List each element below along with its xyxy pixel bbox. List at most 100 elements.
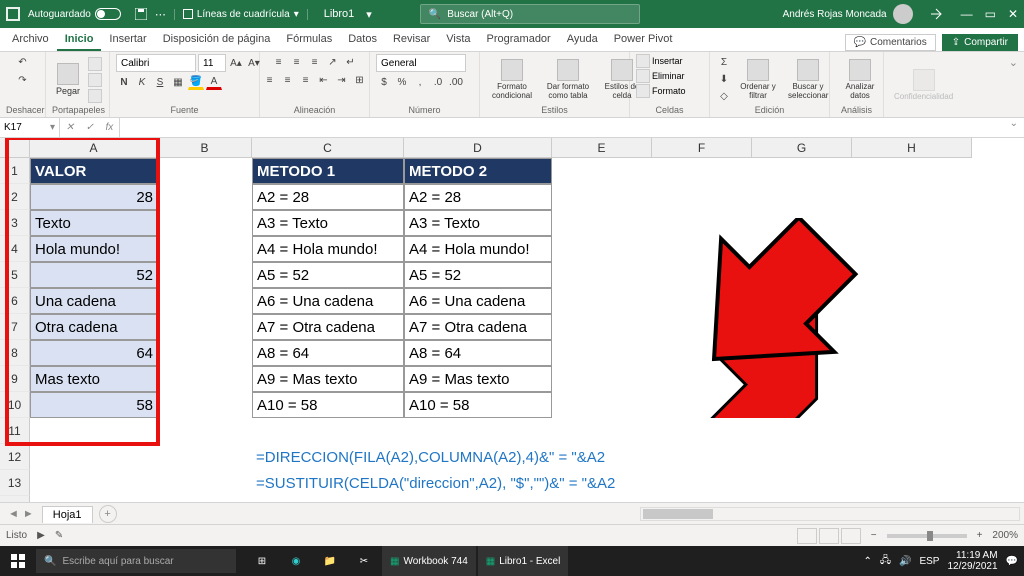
- format-cells-button[interactable]: Formato: [636, 84, 686, 98]
- cut-icon[interactable]: [88, 57, 102, 71]
- cell-C12[interactable]: =DIRECCION(FILA(A2),COLUMNA(A2),4)&" = "…: [252, 444, 752, 470]
- cell-A1[interactable]: VALOR: [30, 158, 158, 184]
- tray-up-icon[interactable]: ⌃: [863, 556, 871, 567]
- menu-tab-ayuda[interactable]: Ayuda: [559, 29, 606, 51]
- italic-button[interactable]: K: [134, 74, 150, 90]
- autosave-toggle[interactable]: Autoguardado: [28, 8, 121, 20]
- cell-C10[interactable]: A10 = 58: [252, 392, 404, 418]
- taskbar-search[interactable]: 🔍 Escribe aquí para buscar: [36, 549, 236, 573]
- snip-icon[interactable]: ✂: [348, 546, 380, 576]
- col-header-G[interactable]: G: [752, 138, 852, 158]
- start-button[interactable]: [0, 546, 36, 576]
- cell-C2[interactable]: A2 = 28: [252, 184, 404, 210]
- row-header-5[interactable]: 5: [0, 262, 30, 288]
- user-account[interactable]: Andrés Rojas Moncada: [783, 4, 913, 24]
- delete-cells-button[interactable]: Eliminar: [636, 69, 685, 83]
- close-button[interactable]: ✕: [1008, 7, 1018, 21]
- minimize-button[interactable]: —: [961, 7, 973, 21]
- menu-tab-disposición-de-página[interactable]: Disposición de página: [155, 29, 279, 51]
- name-box[interactable]: K17▾: [0, 118, 60, 137]
- task-view-icon[interactable]: ⊞: [246, 546, 278, 576]
- row-header-6[interactable]: 6: [0, 288, 30, 314]
- macro-record-icon[interactable]: ▶: [37, 530, 45, 541]
- insert-cells-button[interactable]: Insertar: [636, 54, 683, 68]
- bold-button[interactable]: N: [116, 74, 132, 90]
- cell-A6[interactable]: Una cadena: [30, 288, 158, 314]
- cell-C4[interactable]: A4 = Hola mundo!: [252, 236, 404, 262]
- row-header-4[interactable]: 4: [0, 236, 30, 262]
- fill-icon[interactable]: ⬇: [716, 72, 732, 88]
- save-icon[interactable]: [135, 8, 147, 20]
- menu-tab-archivo[interactable]: Archivo: [4, 29, 57, 51]
- col-header-C[interactable]: C: [252, 138, 404, 158]
- col-header-H[interactable]: H: [852, 138, 972, 158]
- align-mid-icon[interactable]: ≡: [289, 54, 305, 70]
- maximize-button[interactable]: ▭: [985, 7, 996, 21]
- share-button[interactable]: ⇪ Compartir: [942, 34, 1018, 51]
- align-left-icon[interactable]: ≡: [262, 72, 278, 88]
- cell-D8[interactable]: A8 = 64: [404, 340, 552, 366]
- orientation-icon[interactable]: ↗: [325, 54, 341, 70]
- sort-filter-button[interactable]: Ordenar y filtrar: [736, 57, 780, 102]
- cell-D7[interactable]: A7 = Otra cadena: [404, 314, 552, 340]
- toggle-switch[interactable]: [95, 8, 121, 20]
- volume-icon[interactable]: 🔊: [899, 556, 911, 567]
- menu-tab-inicio[interactable]: Inicio: [57, 29, 102, 51]
- font-size-select[interactable]: [198, 54, 226, 72]
- zoom-out-button[interactable]: −: [871, 530, 877, 541]
- format-as-table-button[interactable]: Dar formato como tabla: [542, 57, 594, 102]
- cell-D10[interactable]: A10 = 58: [404, 392, 552, 418]
- align-top-icon[interactable]: ≡: [271, 54, 287, 70]
- select-all-corner[interactable]: [0, 138, 30, 158]
- merge-icon[interactable]: ⊞: [352, 72, 368, 88]
- cell-A9[interactable]: Mas texto: [30, 366, 158, 392]
- grow-font-icon[interactable]: A▴: [228, 55, 244, 71]
- explorer-icon[interactable]: 📁: [314, 546, 346, 576]
- expand-formula-icon[interactable]: ⌄: [1004, 118, 1024, 137]
- row-header-13[interactable]: 13: [0, 470, 30, 496]
- notifications-icon[interactable]: 💬: [1006, 556, 1018, 567]
- ribbon-mode-icon[interactable]: [929, 7, 943, 21]
- cell-C3[interactable]: A3 = Texto: [252, 210, 404, 236]
- menu-tab-power-pivot[interactable]: Power Pivot: [606, 29, 681, 51]
- paste-button[interactable]: Pegar: [52, 61, 84, 98]
- copy-icon[interactable]: [88, 73, 102, 87]
- col-header-D[interactable]: D: [404, 138, 552, 158]
- cell-D1[interactable]: METODO 2: [404, 158, 552, 184]
- align-bot-icon[interactable]: ≡: [307, 54, 323, 70]
- collapse-ribbon-icon[interactable]: ⌄: [1003, 52, 1024, 117]
- cell-D5[interactable]: A5 = 52: [404, 262, 552, 288]
- sheet-tab-active[interactable]: Hoja1: [42, 506, 93, 523]
- menu-tab-vista[interactable]: Vista: [438, 29, 478, 51]
- search-box[interactable]: 🔍 Buscar (Alt+Q): [420, 4, 640, 24]
- dec-decimal-icon[interactable]: .00: [448, 74, 464, 90]
- row-header-12[interactable]: 12: [0, 444, 30, 470]
- font-color-icon[interactable]: A: [206, 74, 222, 90]
- align-center-icon[interactable]: ≡: [280, 72, 296, 88]
- cell-C5[interactable]: A5 = 52: [252, 262, 404, 288]
- cell-C9[interactable]: A9 = Mas texto: [252, 366, 404, 392]
- row-header-11[interactable]: 11: [0, 418, 30, 444]
- find-select-button[interactable]: Buscar y seleccionar: [784, 57, 832, 102]
- worksheet[interactable]: ABCDEFGH 1234567891011121314 VALOR28Text…: [0, 138, 1024, 502]
- row-header-8[interactable]: 8: [0, 340, 30, 366]
- align-right-icon[interactable]: ≡: [298, 72, 314, 88]
- font-name-select[interactable]: [116, 54, 196, 72]
- doc-dropdown-icon[interactable]: ▾: [366, 8, 372, 21]
- row-header-9[interactable]: 9: [0, 366, 30, 392]
- zoom-slider[interactable]: [887, 534, 967, 538]
- format-painter-icon[interactable]: [88, 89, 102, 103]
- formula-input[interactable]: [120, 118, 1004, 137]
- scroll-thumb[interactable]: [643, 509, 713, 519]
- cell-A10[interactable]: 58: [30, 392, 158, 418]
- row-header-7[interactable]: 7: [0, 314, 30, 340]
- undo-button[interactable]: ↶: [15, 54, 31, 70]
- taskbar-excel-libro[interactable]: ▦Libro1 - Excel: [478, 546, 569, 576]
- zoom-in-button[interactable]: +: [977, 530, 983, 541]
- comments-button[interactable]: 💬 Comentarios: [845, 34, 936, 51]
- prev-sheet-icon[interactable]: ◄: [8, 508, 19, 520]
- row-header-2[interactable]: 2: [0, 184, 30, 210]
- indent-inc-icon[interactable]: ⇥: [334, 72, 350, 88]
- col-header-A[interactable]: A: [30, 138, 158, 158]
- cell-A3[interactable]: Texto: [30, 210, 158, 236]
